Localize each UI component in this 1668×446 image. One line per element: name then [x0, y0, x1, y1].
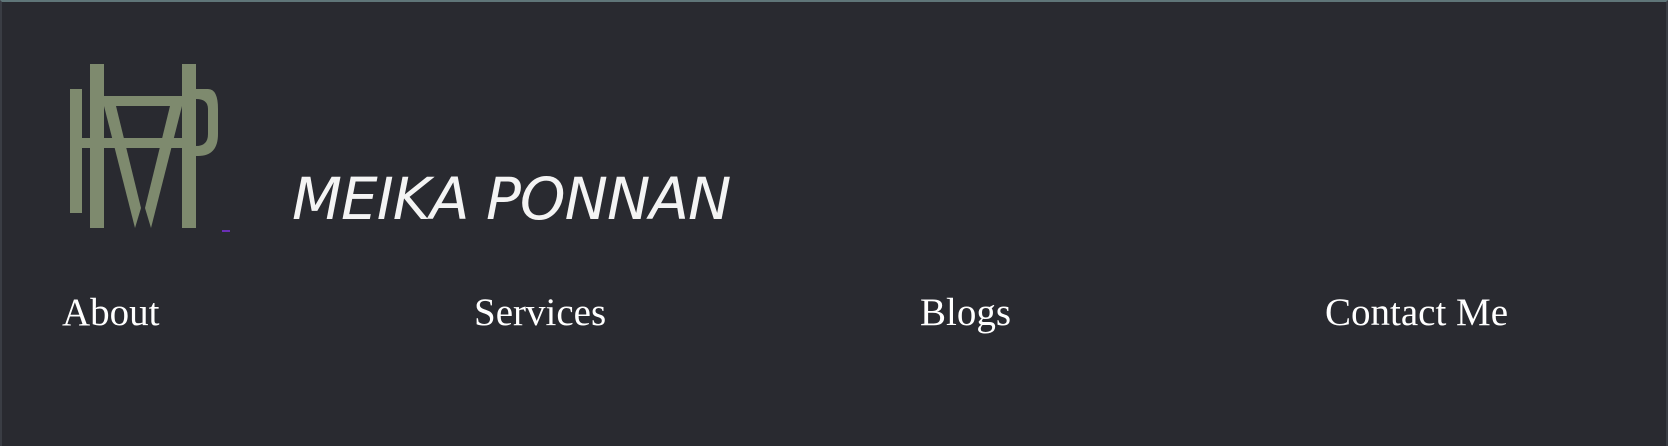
page: MEIKA PONNAN About Services Blogs Contac…	[0, 0, 1668, 446]
nav-blogs-link[interactable]: Blogs	[920, 288, 1011, 338]
logo-link[interactable]	[70, 64, 230, 234]
mp-monogram-icon	[70, 64, 230, 234]
brand-name: MEIKA PONNAN	[292, 165, 731, 233]
nav-contact-link[interactable]: Contact Me	[1325, 288, 1508, 338]
nav-about-link[interactable]: About	[62, 288, 160, 338]
nav-services-link[interactable]: Services	[474, 288, 606, 338]
link-underline-mark	[222, 230, 230, 232]
main-nav: About Services Blogs Contact Me	[2, 288, 1668, 338]
